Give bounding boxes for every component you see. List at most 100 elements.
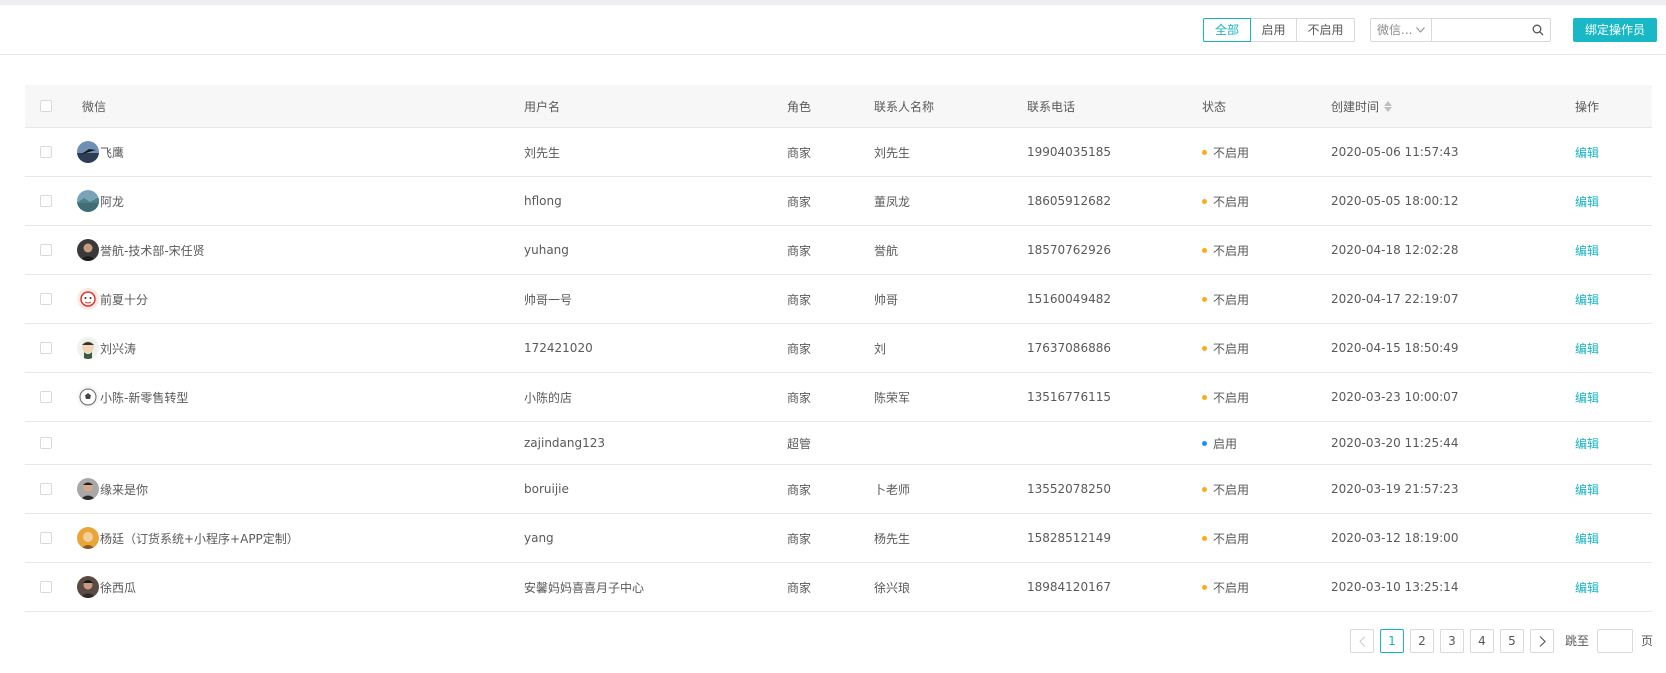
edit-link[interactable]: 编辑 <box>1575 128 1599 176</box>
contact-cell: 陈荣军 <box>874 390 911 405</box>
filter-all-button[interactable]: 全部 <box>1203 18 1251 42</box>
select-all-checkbox[interactable] <box>40 100 52 112</box>
row-checkbox[interactable] <box>40 293 52 305</box>
jump-label: 跳至 <box>1565 634 1590 648</box>
wechat-name: 誉航-技术部-宋任贤 <box>100 243 205 258</box>
edit-link[interactable]: 编辑 <box>1575 563 1599 611</box>
contact-cell: 董凤龙 <box>874 194 911 209</box>
page-2-button[interactable]: 2 <box>1410 629 1434 653</box>
filter-enabled-button[interactable]: 启用 <box>1250 18 1297 42</box>
role-cell: 商家 <box>787 145 812 160</box>
search-type-label: 微信... <box>1377 23 1413 37</box>
sort-icon[interactable] <box>1384 100 1393 112</box>
edit-link[interactable]: 编辑 <box>1575 275 1599 323</box>
phone-cell: 18605912682 <box>1027 194 1111 208</box>
phone-cell: 18984120167 <box>1027 580 1111 594</box>
row-checkbox[interactable] <box>40 532 52 544</box>
phone-cell: 18570762926 <box>1027 243 1111 257</box>
column-header-created[interactable]: 创建时间 <box>1331 85 1393 127</box>
bind-operator-button[interactable]: 绑定操作员 <box>1573 18 1657 42</box>
row-checkbox[interactable] <box>40 146 52 158</box>
username-cell: 帅哥一号 <box>524 292 573 307</box>
status-dot <box>1202 486 1207 492</box>
column-header-username: 用户名 <box>524 99 561 114</box>
wechat-cell: 徐西瓜 <box>77 563 136 611</box>
table-row: 刘兴涛 172421020 商家 刘 17637086886 2020-04-15 18:… <box>25 324 1652 373</box>
search-type-select[interactable]: 微信... <box>1370 18 1432 42</box>
wechat-cell: 杨廷（订货系统+小程序+APP定制） <box>77 514 299 562</box>
table-row: 徐西瓜 安馨妈妈喜喜月子中心 商家 徐兴琅 18984120167 2020-03-10 … <box>25 563 1652 612</box>
created-cell: 2020-04-18 12:02:28 <box>1331 243 1459 257</box>
column-header-contact: 联系人名称 <box>874 99 935 114</box>
column-header-status: 状态 <box>1202 99 1227 114</box>
edit-link[interactable]: 编辑 <box>1575 422 1599 464</box>
filter-disabled-button[interactable]: 不启用 <box>1296 18 1355 42</box>
select-all-checkbox-cell <box>40 85 52 127</box>
prev-page-button[interactable] <box>1350 629 1374 653</box>
status-cell: 不启用 <box>1202 128 1249 176</box>
status-cell: 不启用 <box>1202 465 1249 513</box>
wechat-cell: 缘来是你 <box>77 465 148 513</box>
wechat-name: 小陈-新零售转型 <box>100 390 189 405</box>
contact-cell: 刘 <box>874 341 887 356</box>
row-checkbox-cell <box>40 373 52 421</box>
status-cell: 不启用 <box>1202 563 1249 611</box>
contact-cell: 卜老师 <box>874 482 911 497</box>
status-cell: 不启用 <box>1202 324 1249 372</box>
status-dot <box>1202 535 1207 541</box>
avatar <box>77 337 99 359</box>
status-badge: 不启用 <box>1213 482 1250 497</box>
edit-link[interactable]: 编辑 <box>1575 465 1599 513</box>
edit-link[interactable]: 编辑 <box>1575 324 1599 372</box>
wechat-name: 飞鹰 <box>100 145 125 160</box>
contact-cell: 刘先生 <box>874 145 911 160</box>
edit-link[interactable]: 编辑 <box>1575 373 1599 421</box>
edit-link[interactable]: 编辑 <box>1575 177 1599 225</box>
wechat-cell: 飞鹰 <box>77 128 124 176</box>
username-cell: zajindang123 <box>524 436 606 450</box>
row-checkbox[interactable] <box>40 342 52 354</box>
phone-cell: 13552078250 <box>1027 482 1111 496</box>
created-cell: 2020-03-12 18:19:00 <box>1331 531 1459 545</box>
next-page-button[interactable] <box>1530 629 1554 653</box>
table-row: 飞鹰 刘先生 商家 刘先生 19904035185 2020-05-06 11:57:43… <box>25 128 1652 177</box>
table-row: 缘来是你 boruijie 商家 卜老师 13552078250 2020-03-19 2… <box>25 465 1652 514</box>
page-suffix-label: 页 <box>1641 634 1654 648</box>
page-3-button[interactable]: 3 <box>1440 629 1464 653</box>
edit-link[interactable]: 编辑 <box>1575 226 1599 274</box>
row-checkbox[interactable] <box>40 437 52 449</box>
status-dot <box>1202 440 1207 446</box>
search-group: 微信... <box>1370 18 1551 42</box>
edit-link[interactable]: 编辑 <box>1575 514 1599 562</box>
search-icon[interactable] <box>1532 24 1544 36</box>
row-checkbox[interactable] <box>40 195 52 207</box>
page-4-button[interactable]: 4 <box>1470 629 1494 653</box>
page-1-button[interactable]: 1 <box>1380 629 1404 653</box>
status-badge: 不启用 <box>1213 580 1250 595</box>
jump-page-input[interactable] <box>1597 629 1633 653</box>
page-5-button[interactable]: 5 <box>1500 629 1524 653</box>
created-cell: 2020-03-10 13:25:14 <box>1331 580 1459 594</box>
row-checkbox[interactable] <box>40 391 52 403</box>
username-cell: 172421020 <box>524 341 593 355</box>
wechat-name: 刘兴涛 <box>100 341 137 356</box>
created-cell: 2020-03-19 21:57:23 <box>1331 482 1459 496</box>
created-cell: 2020-04-17 22:19:07 <box>1331 292 1459 306</box>
status-cell: 启用 <box>1202 422 1237 464</box>
table-row: 誉航-技术部-宋任贤 yuhang 商家 誉航 18570762926 2020-04-1… <box>25 226 1652 275</box>
status-cell: 不启用 <box>1202 177 1249 225</box>
avatar <box>77 141 99 163</box>
row-checkbox[interactable] <box>40 244 52 256</box>
row-checkbox[interactable] <box>40 483 52 495</box>
row-checkbox-cell <box>40 275 52 323</box>
status-badge: 不启用 <box>1213 341 1250 356</box>
row-checkbox[interactable] <box>40 581 52 593</box>
status-badge: 不启用 <box>1213 145 1250 160</box>
phone-cell: 15828512149 <box>1027 531 1111 545</box>
toolbar: 全部 启用 不启用 微信... 绑定操作员 <box>0 5 1666 55</box>
role-cell: 商家 <box>787 482 812 497</box>
status-cell: 不启用 <box>1202 226 1249 274</box>
created-cell: 2020-03-20 11:25:44 <box>1331 436 1459 450</box>
status-cell: 不启用 <box>1202 373 1249 421</box>
status-filter: 全部 启用 不启用 <box>1203 18 1355 42</box>
